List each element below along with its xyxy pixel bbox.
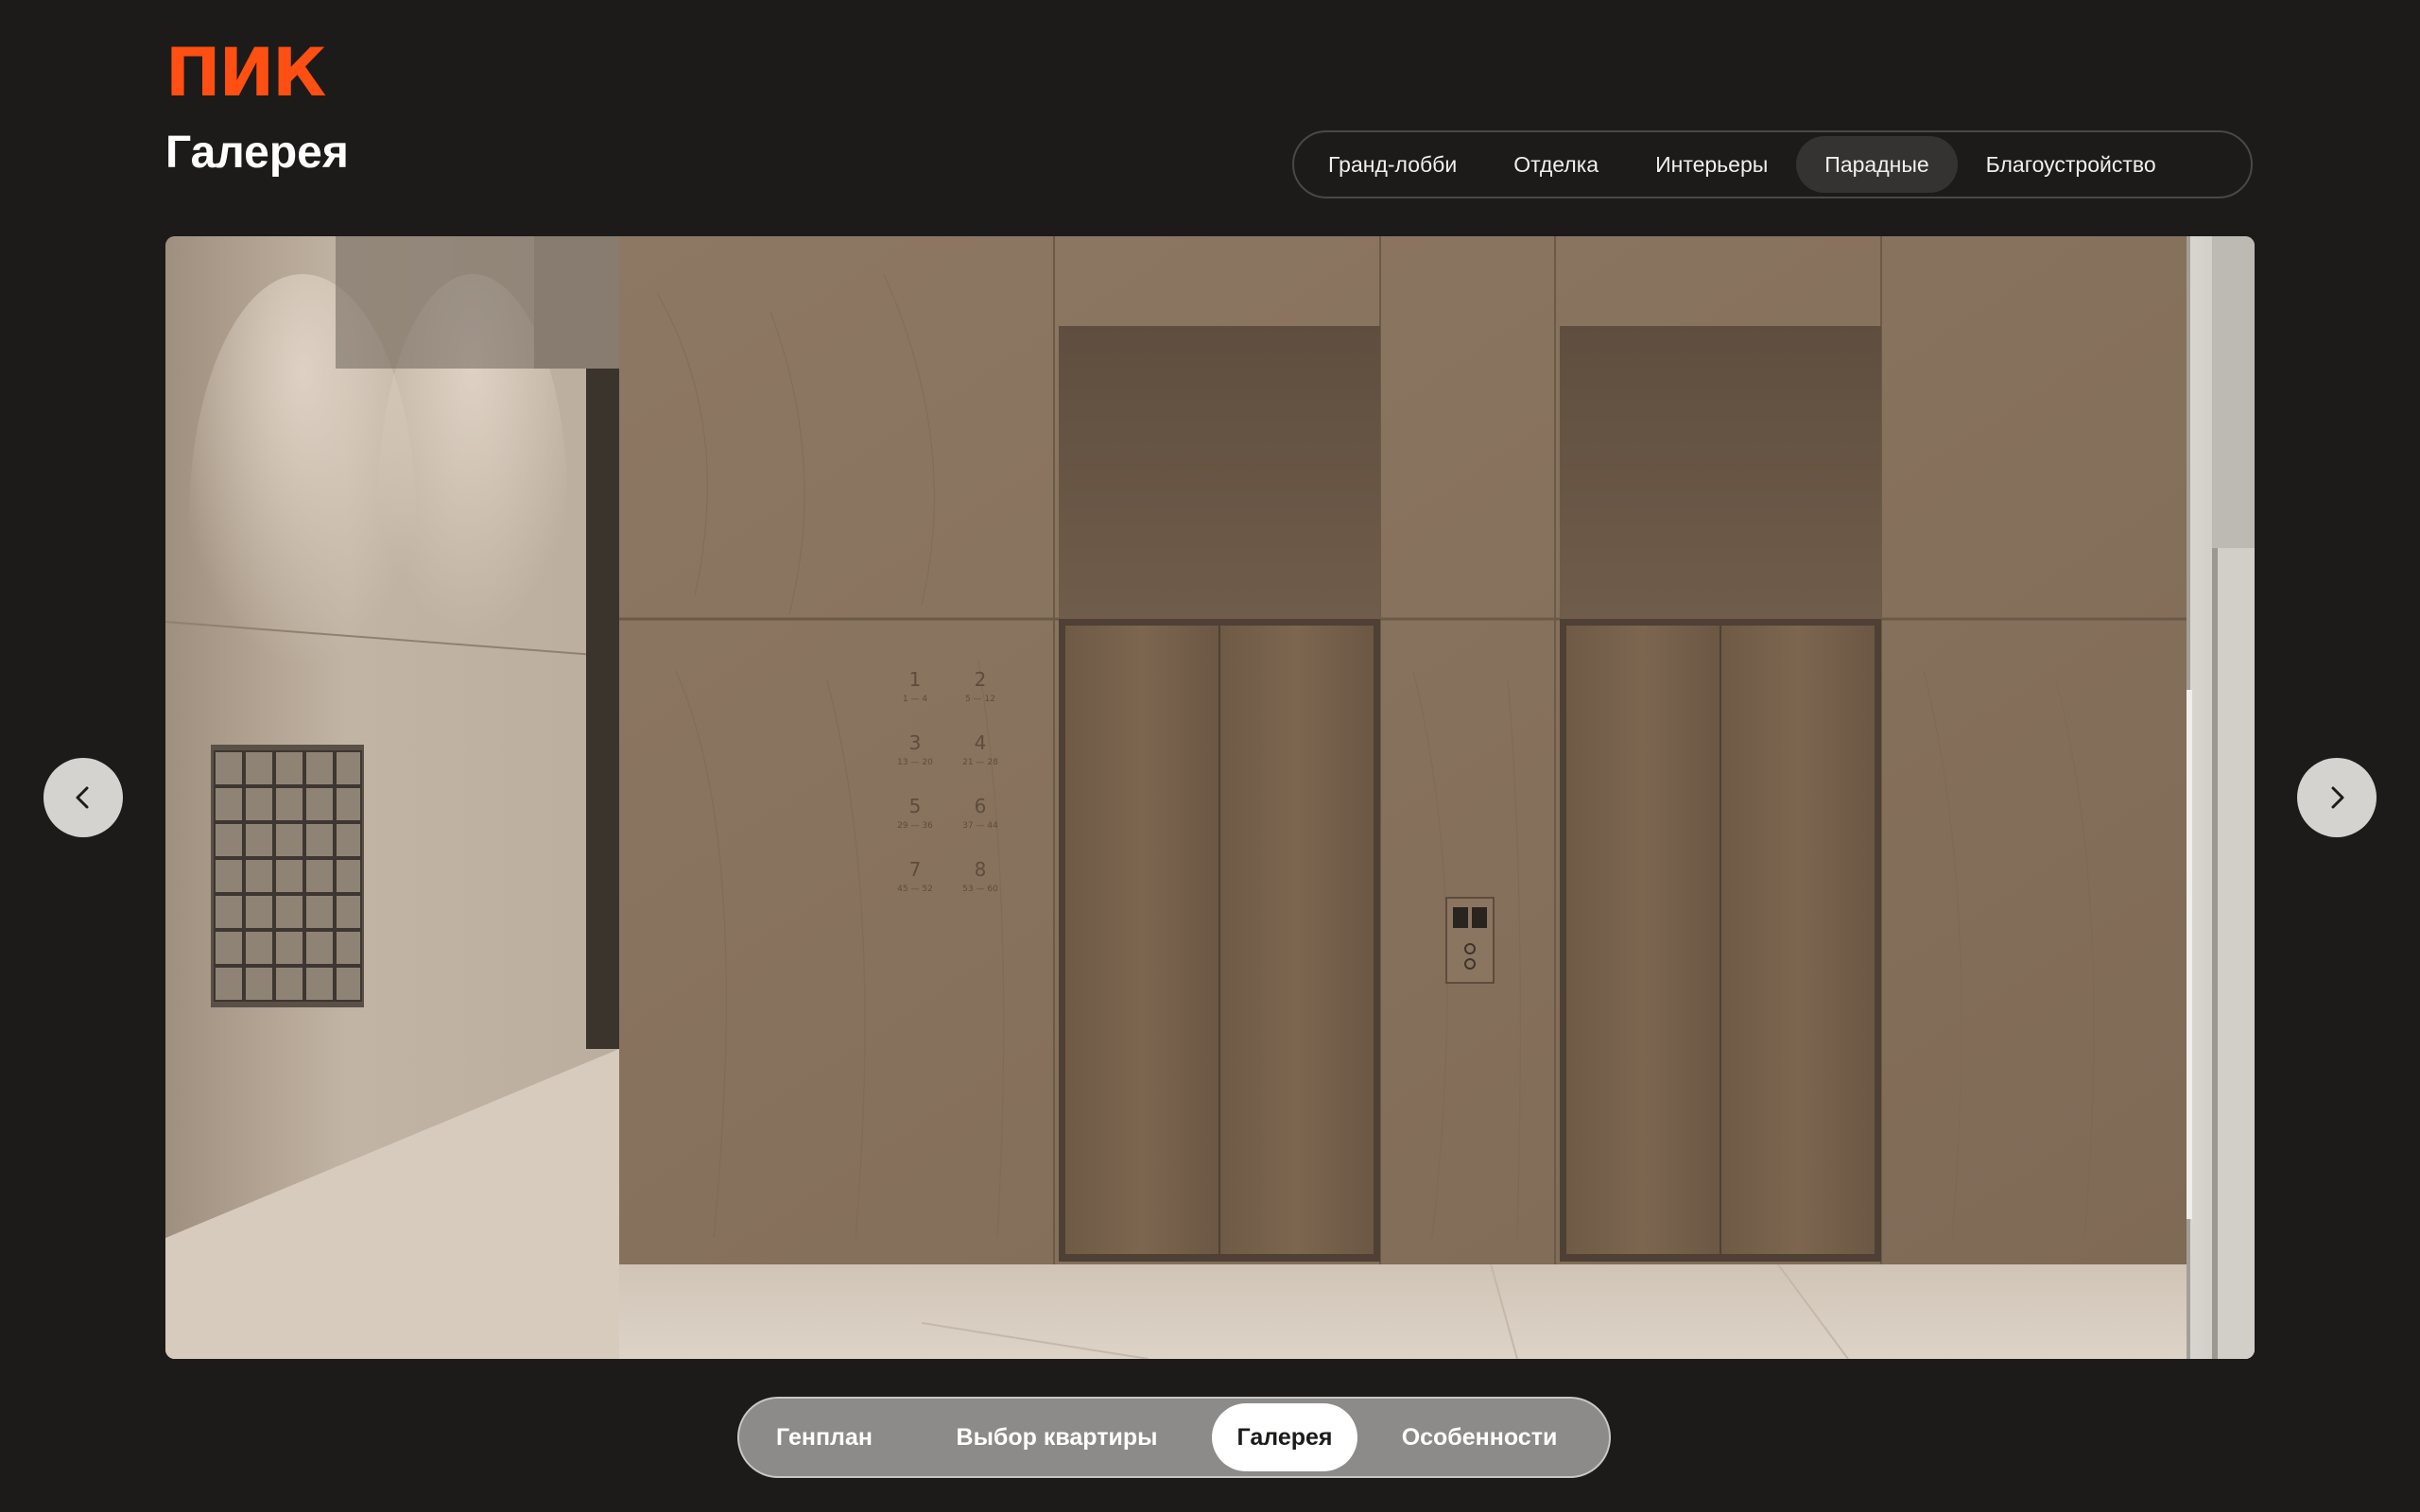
wall-range-1: 1 — 4: [903, 695, 927, 704]
gallery-slide-image: 1 1 — 4 2 5 — 12 3 13 — 20 4 21 — 28 5 2…: [165, 236, 2255, 1359]
wall-range-5: 29 — 36: [897, 821, 933, 831]
chevron-left-icon: [76, 786, 89, 809]
wall-number-5: 5: [909, 795, 922, 817]
next-slide-button[interactable]: [2297, 758, 2377, 837]
wall-number-1: 1: [909, 668, 922, 691]
wall-number-8: 8: [975, 858, 987, 881]
tab-interiors[interactable]: Интерьеры: [1627, 136, 1796, 193]
section-navigation: Генплан Выбор квартиры Галерея Особеннос…: [737, 1397, 1611, 1478]
wall-range-3: 13 — 20: [897, 758, 933, 767]
wall-number-2: 2: [975, 668, 987, 691]
wall-number-6: 6: [975, 795, 987, 817]
lobby-render-image: 1 1 — 4 2 5 — 12 3 13 — 20 4 21 — 28 5 2…: [165, 236, 2255, 1359]
nav-apartment-selection[interactable]: Выбор квартиры: [902, 1403, 1212, 1471]
nav-gallery[interactable]: Галерея: [1212, 1403, 1357, 1471]
wall-range-4: 21 — 28: [962, 758, 998, 767]
tab-finishing[interactable]: Отделка: [1485, 136, 1627, 193]
wall-number-4: 4: [975, 731, 987, 754]
nav-features[interactable]: Особенности: [1357, 1403, 1601, 1471]
wall-number-3: 3: [909, 731, 922, 754]
wall-range-6: 37 — 44: [962, 821, 998, 831]
chevron-right-icon: [2331, 786, 2344, 809]
wall-number-7: 7: [909, 858, 922, 881]
brand-logo[interactable]: ПИК: [165, 40, 326, 106]
gallery-category-tabs: Гранд-лобби Отделка Интерьеры Парадные Б…: [1292, 130, 2253, 198]
page-title: Галерея: [165, 128, 349, 178]
prev-slide-button[interactable]: [43, 758, 123, 837]
wall-range-8: 53 — 60: [962, 885, 998, 894]
wall-range-7: 45 — 52: [897, 885, 933, 894]
tab-grand-lobby[interactable]: Гранд-лобби: [1300, 136, 1485, 193]
wall-range-2: 5 — 12: [965, 695, 995, 704]
tab-entrances[interactable]: Парадные: [1796, 136, 1958, 193]
nav-master-plan[interactable]: Генплан: [747, 1403, 902, 1471]
tab-landscaping[interactable]: Благоустройство: [1958, 136, 2185, 193]
